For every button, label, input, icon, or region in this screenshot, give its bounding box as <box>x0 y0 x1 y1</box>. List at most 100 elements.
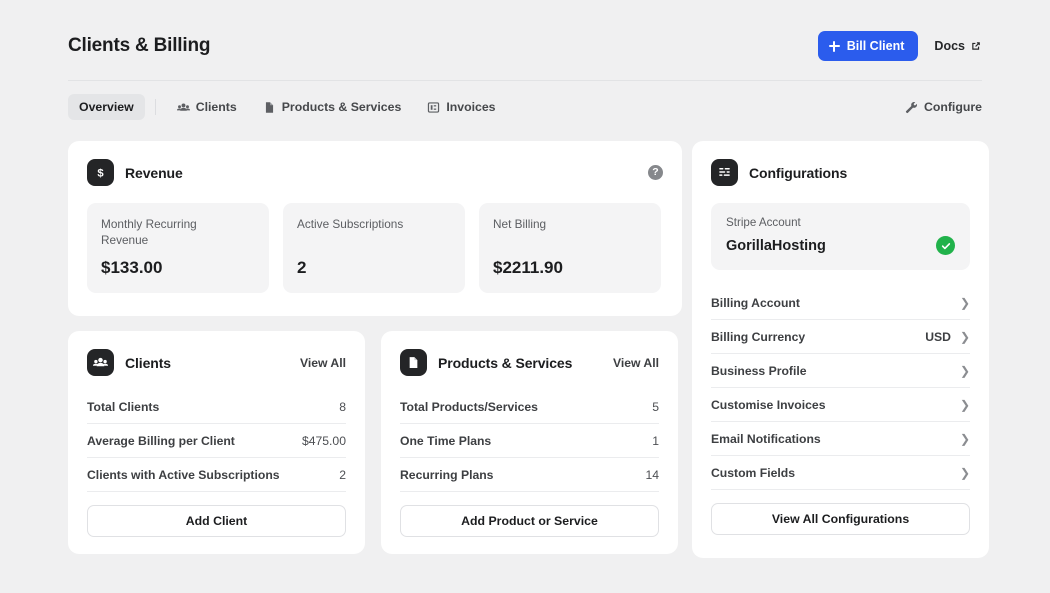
plus-icon <box>829 41 840 52</box>
page-title: Clients & Billing <box>68 35 210 57</box>
configurations-card-header: Configurations <box>692 141 989 186</box>
stripe-account-tile[interactable]: Stripe Account GorillaHosting <box>711 203 970 270</box>
revenue-card-header: $ Revenue ? <box>68 141 682 186</box>
clients-card-title: Clients <box>125 355 171 371</box>
clients-metric-rows: Total Clients 8 Average Billing per Clie… <box>68 390 365 492</box>
tab-overview-label: Overview <box>79 100 134 114</box>
products-metric-rows: Total Products/Services 5 One Time Plans… <box>381 390 678 492</box>
clients-view-all-link[interactable]: View All <box>300 356 346 370</box>
tab-list: Overview Clients <box>68 94 507 120</box>
external-link-icon <box>970 40 982 52</box>
config-label: Customise Invoices <box>711 398 825 412</box>
config-row-billing-account[interactable]: Billing Account ❯ <box>711 286 970 320</box>
metric-row: One Time Plans 1 <box>400 424 659 458</box>
stat-net-billing: Net Billing $2211.90 <box>479 203 661 293</box>
header-divider <box>68 80 982 81</box>
chevron-right-icon: ❯ <box>960 297 970 309</box>
clients-card: Clients View All Total Clients 8 Average… <box>68 331 365 554</box>
clients-billing-page: Clients & Billing Bill Client Docs Ov <box>0 0 1050 593</box>
products-view-all-link[interactable]: View All <box>613 356 659 370</box>
metric-value: $475.00 <box>302 434 346 448</box>
config-label: Business Profile <box>711 364 807 378</box>
metric-value: 8 <box>339 400 346 414</box>
list-settings-icon <box>711 159 738 186</box>
tab-products-services-label: Products & Services <box>282 100 402 114</box>
stat-label: Monthly Recurring Revenue <box>101 216 241 249</box>
metric-value: 2 <box>339 468 346 482</box>
tab-products-services[interactable]: Products & Services <box>252 94 413 120</box>
chevron-right-icon: ❯ <box>960 331 970 343</box>
metric-value: 14 <box>645 468 659 482</box>
header-actions: Bill Client Docs <box>818 31 982 61</box>
add-client-button[interactable]: Add Client <box>87 505 346 537</box>
config-row-right: ❯ <box>951 297 970 309</box>
chevron-right-icon: ❯ <box>960 467 970 479</box>
metric-row: Total Clients 8 <box>87 390 346 424</box>
stat-monthly-recurring-revenue: Monthly Recurring Revenue $133.00 <box>87 203 269 293</box>
stat-label: Active Subscriptions <box>297 216 437 232</box>
config-row-right: ❯ <box>951 467 970 479</box>
chevron-right-icon: ❯ <box>960 433 970 445</box>
tab-invoices[interactable]: Invoices <box>416 94 506 120</box>
config-label: Billing Currency <box>711 330 805 344</box>
docs-label: Docs <box>934 39 965 53</box>
view-all-configurations-button[interactable]: View All Configurations <box>711 503 970 535</box>
tab-bar: Overview Clients <box>68 92 982 122</box>
clients-card-title-group: Clients <box>87 349 171 376</box>
stripe-account-label: Stripe Account <box>726 216 955 229</box>
invoice-icon <box>427 101 440 114</box>
products-card-title: Products & Services <box>438 355 572 371</box>
document-icon <box>400 349 427 376</box>
config-row-right: ❯ <box>951 433 970 445</box>
products-card-title-group: Products & Services <box>400 349 572 376</box>
config-row-email-notifications[interactable]: Email Notifications ❯ <box>711 422 970 456</box>
docs-link[interactable]: Docs <box>934 39 982 53</box>
config-row-business-profile[interactable]: Business Profile ❯ <box>711 354 970 388</box>
add-product-or-service-button[interactable]: Add Product or Service <box>400 505 659 537</box>
metric-label: Total Clients <box>87 400 159 414</box>
document-icon <box>263 101 276 114</box>
stat-value: $133.00 <box>101 258 255 278</box>
revenue-card-title: Revenue <box>125 165 183 181</box>
dollar-icon: $ <box>87 159 114 186</box>
page-header: Clients & Billing Bill Client Docs <box>68 26 982 66</box>
stat-active-subscriptions: Active Subscriptions 2 <box>283 203 465 293</box>
check-circle-icon <box>936 236 955 255</box>
config-row-custom-fields[interactable]: Custom Fields ❯ <box>711 456 970 490</box>
config-row-billing-currency[interactable]: Billing Currency USD ❯ <box>711 320 970 354</box>
chevron-right-icon: ❯ <box>960 399 970 411</box>
metric-value: 5 <box>652 400 659 414</box>
metric-label: Recurring Plans <box>400 468 493 482</box>
stat-label: Net Billing <box>493 216 633 232</box>
configurations-card: Configurations Stripe Account GorillaHos… <box>692 141 989 558</box>
bill-client-button[interactable]: Bill Client <box>818 31 919 61</box>
tab-invoices-label: Invoices <box>446 100 495 114</box>
tab-clients[interactable]: Clients <box>166 94 248 120</box>
revenue-card-title-group: $ Revenue <box>87 159 183 186</box>
help-icon[interactable]: ? <box>648 165 663 180</box>
users-icon <box>87 349 114 376</box>
config-row-customise-invoices[interactable]: Customise Invoices ❯ <box>711 388 970 422</box>
metric-label: Clients with Active Subscriptions <box>87 468 280 482</box>
config-label: Billing Account <box>711 296 800 310</box>
wrench-icon <box>905 101 918 114</box>
config-row-right: ❯ <box>951 365 970 377</box>
tab-separator <box>155 99 156 115</box>
products-services-card: Products & Services View All Total Produ… <box>381 331 678 554</box>
bill-client-label: Bill Client <box>847 39 905 53</box>
tab-overview[interactable]: Overview <box>68 94 145 120</box>
configurations-card-title: Configurations <box>749 165 847 181</box>
products-card-header: Products & Services View All <box>381 331 678 376</box>
stripe-account-value: GorillaHosting <box>726 238 826 254</box>
clients-card-header: Clients View All <box>68 331 365 376</box>
metric-row: Total Products/Services 5 <box>400 390 659 424</box>
configurations-list: Billing Account ❯ Billing Currency USD ❯… <box>692 286 989 490</box>
metric-row: Clients with Active Subscriptions 2 <box>87 458 346 492</box>
config-row-right: USD ❯ <box>925 330 970 344</box>
users-icon <box>177 101 190 114</box>
metric-label: One Time Plans <box>400 434 491 448</box>
config-value: USD <box>925 330 951 344</box>
configure-link[interactable]: Configure <box>905 100 982 114</box>
stat-value: 2 <box>297 258 451 278</box>
revenue-stats: Monthly Recurring Revenue $133.00 Active… <box>68 186 682 293</box>
